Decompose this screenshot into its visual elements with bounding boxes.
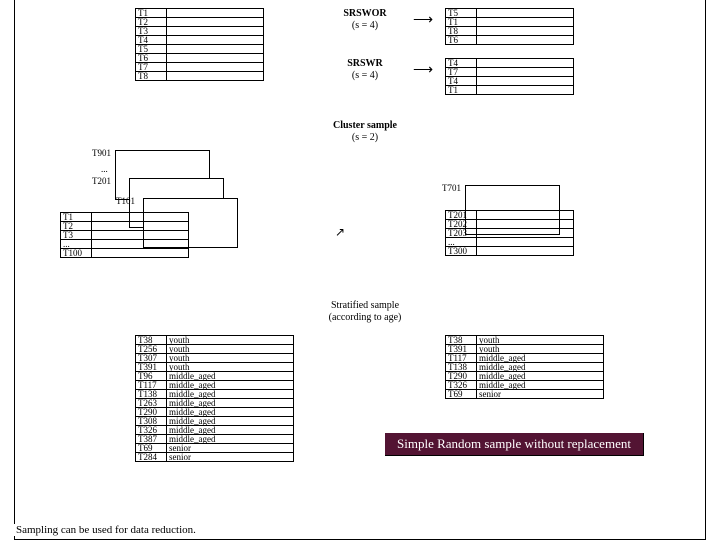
cluster-right-table: T201T202T203...T300 (445, 210, 574, 256)
table-row: T1 (446, 86, 574, 95)
row-body (477, 27, 574, 36)
arrow-srswor: ⟶ (413, 12, 433, 29)
row-body (477, 238, 574, 247)
row-id: T100 (61, 249, 92, 258)
table-row: T5 (446, 9, 574, 18)
row-id: T284 (136, 453, 167, 462)
stack-label-2: T201 (81, 176, 111, 186)
row-body (477, 59, 574, 68)
stack-dots-1: ... (101, 164, 108, 174)
row-body (477, 229, 574, 238)
table-row: T8 (446, 27, 574, 36)
row-body (477, 211, 574, 220)
cluster-left-table: T1T2T3...T100 (60, 212, 189, 258)
footer-content: Sampling can be used for data reduction. (16, 524, 196, 536)
table-row: T307youth (136, 354, 294, 363)
row-body (477, 18, 574, 27)
stack-label-3: T101 (105, 196, 135, 206)
table-row: T1 (136, 9, 264, 18)
table-row: T2 (61, 222, 189, 231)
row-body (167, 63, 264, 72)
table-row: T6 (446, 36, 574, 45)
table-row: T6 (136, 54, 264, 63)
row-body (92, 231, 189, 240)
table-row: T1 (61, 213, 189, 222)
srswr-caption: SRSWR (s = 4) (325, 58, 405, 82)
highlight-text: Simple Random sample without replacement (397, 436, 631, 451)
row-body (477, 86, 574, 95)
stack-label-1: T901 (81, 148, 111, 158)
row-id: T69 (446, 390, 477, 399)
table-row: T203 (446, 229, 574, 238)
table-row: T4 (446, 59, 574, 68)
row-body (477, 68, 574, 77)
stack-label-right: T701 (431, 183, 461, 193)
highlight-box: Simple Random sample without replacement (385, 433, 644, 456)
table-row: T7 (136, 63, 264, 72)
row-value: senior (167, 453, 294, 462)
table-row: T4 (136, 36, 264, 45)
table-row: T100 (61, 249, 189, 258)
row-body (167, 9, 264, 18)
row-body (92, 213, 189, 222)
row-id: T8 (136, 72, 167, 81)
table-row: T284senior (136, 453, 294, 462)
table-row: T38youth (136, 336, 294, 345)
srswor-sub: (s = 4) (352, 20, 378, 31)
row-body (92, 249, 189, 258)
row-body (167, 45, 264, 54)
footer-text: Sampling can be used for data reduction. (10, 524, 202, 536)
table-row: T69senior (136, 444, 294, 453)
row-id: T1 (446, 86, 477, 95)
table-row: T3 (136, 27, 264, 36)
cluster-caption: Cluster sample (s = 2) (305, 120, 425, 144)
stratified-caption: Stratified sample (according to age) (285, 300, 445, 324)
table-row: T5 (136, 45, 264, 54)
row-value: senior (477, 390, 604, 399)
srswor-caption: SRSWOR (s = 4) (325, 8, 405, 32)
row-body (477, 220, 574, 229)
cluster-sub: (s = 2) (352, 132, 378, 143)
srswr-table: T4T7T4T1 (445, 58, 574, 95)
row-id: T6 (446, 36, 477, 45)
row-body (92, 222, 189, 231)
table-row: T387middle_aged (136, 435, 294, 444)
row-body (167, 72, 264, 81)
stratified-right-table: T38youthT391youthT117middle_agedT138midd… (445, 335, 604, 399)
cluster-title: Cluster sample (333, 120, 397, 131)
row-id: T300 (446, 247, 477, 256)
srswr-sub: (s = 4) (352, 70, 378, 81)
table-row: T2 (136, 18, 264, 27)
row-body (167, 36, 264, 45)
table-row: T326middle_aged (446, 381, 604, 390)
table-row: T3 (61, 231, 189, 240)
srswor-table: T5T1T8T6 (445, 8, 574, 45)
table-row: T8 (136, 72, 264, 81)
table-row: T300 (446, 247, 574, 256)
stratified-title: Stratified sample (331, 300, 399, 311)
row-body (477, 77, 574, 86)
row-body (477, 36, 574, 45)
arrow-srswr: ⟶ (413, 62, 433, 79)
stratified-sub: (according to age) (329, 312, 402, 323)
row-body (477, 9, 574, 18)
page-frame: T1T2T3T4T5T6T7T8 SRSWOR (s = 4) ⟶ T5T1T8… (14, 0, 706, 540)
arrow-cluster: ↗ (335, 225, 345, 240)
row-body (167, 27, 264, 36)
srswr-title: SRSWR (347, 58, 383, 69)
table-row: T4 (446, 77, 574, 86)
table-row: T256youth (136, 345, 294, 354)
row-body (167, 18, 264, 27)
row-body (167, 54, 264, 63)
table-row: T1 (446, 18, 574, 27)
stratified-left-table: T38youthT256youthT307youthT391youthT96mi… (135, 335, 294, 462)
row-body (92, 240, 189, 249)
source-table: T1T2T3T4T5T6T7T8 (135, 8, 264, 81)
table-row: T38youth (446, 336, 604, 345)
table-row: T7 (446, 68, 574, 77)
srswor-title: SRSWOR (343, 8, 386, 19)
table-row: T69senior (446, 390, 604, 399)
row-body (477, 247, 574, 256)
